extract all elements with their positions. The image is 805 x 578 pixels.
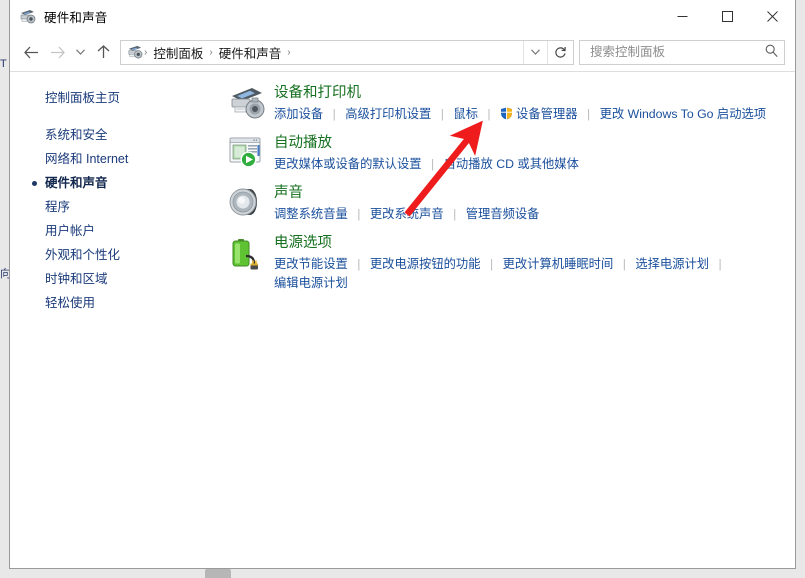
window-body: 控制面板主页 系统和安全 网络和 Internet 硬件和声音 程序 用户帐户 …: [10, 71, 795, 568]
sidebar-item-hardware-sound[interactable]: 硬件和声音: [10, 171, 216, 195]
category-power-options: 电源选项 更改节能设置 | 更改电源按钮的功能 | 更改计算机睡眠时间 | 选择…: [228, 234, 787, 293]
category-body: 设备和打印机 添加设备 | 高级打印机设置 | 鼠标 | 设备管理器 | 更改 …: [274, 84, 787, 124]
category-links-devices-printers: 添加设备 | 高级打印机设置 | 鼠标 | 设备管理器 | 更改 Windows…: [274, 105, 787, 124]
speaker-icon[interactable]: [228, 184, 268, 222]
link-change-power-button-function[interactable]: 更改电源按钮的功能: [370, 257, 481, 271]
link-mouse[interactable]: 鼠标: [453, 107, 478, 121]
window-controls: [660, 0, 795, 33]
category-title-devices-printers[interactable]: 设备和打印机: [274, 84, 787, 103]
link-separator: |: [453, 207, 457, 221]
refresh-icon[interactable]: [547, 40, 573, 64]
category-autoplay: 自动播放 更改媒体或设备的默认设置 | 自动播放 CD 或其他媒体: [228, 134, 787, 174]
breadcrumb-hardware-sound[interactable]: 硬件和声音: [214, 43, 287, 62]
link-separator: |: [489, 257, 494, 271]
link-choose-power-plan[interactable]: 选择电源计划: [635, 257, 709, 271]
search-icon[interactable]: [765, 44, 778, 60]
breadcrumb-control-panel[interactable]: 控制面板: [148, 43, 208, 62]
link-separator: |: [332, 107, 336, 121]
link-manage-audio-devices[interactable]: 管理音频设备: [466, 207, 540, 221]
category-links-autoplay: 更改媒体或设备的默认设置 | 自动播放 CD 或其他媒体: [274, 155, 787, 174]
back-button[interactable]: [18, 39, 44, 65]
link-advanced-printer-settings[interactable]: 高级打印机设置: [345, 107, 431, 121]
background-fragment-1: T: [0, 58, 7, 70]
printer-icon[interactable]: [228, 84, 268, 122]
taskbar-nub: [205, 569, 231, 578]
up-button[interactable]: [90, 39, 116, 65]
link-change-default-media-settings[interactable]: 更改媒体或设备的默认设置: [274, 157, 422, 171]
sidebar-item-home[interactable]: 控制面板主页: [10, 86, 216, 110]
control-panel-icon: [127, 44, 143, 60]
link-separator: |: [431, 157, 435, 171]
minimize-button[interactable]: [660, 0, 705, 33]
sidebar-item-appearance[interactable]: 外观和个性化: [10, 243, 216, 267]
link-edit-power-plan[interactable]: 编辑电源计划: [274, 276, 348, 290]
category-title-sound[interactable]: 声音: [274, 184, 787, 203]
link-separator: |: [440, 107, 444, 121]
category-body: 自动播放 更改媒体或设备的默认设置 | 自动播放 CD 或其他媒体: [274, 134, 787, 174]
link-add-device[interactable]: 添加设备: [274, 107, 323, 121]
category-body: 电源选项 更改节能设置 | 更改电源按钮的功能 | 更改计算机睡眠时间 | 选择…: [274, 234, 787, 293]
close-button[interactable]: [750, 0, 795, 33]
category-links-power-options: 更改节能设置 | 更改电源按钮的功能 | 更改计算机睡眠时间 | 选择电源计划 …: [274, 255, 787, 293]
link-separator: |: [586, 107, 591, 121]
control-panel-window: 硬件和声音 › 控制面板 › 硬件和声音 › 搜索控制面板 控制面板主页 系统和…: [9, 0, 796, 569]
sidebar-item-user-accounts[interactable]: 用户帐户: [10, 219, 216, 243]
recent-locations-button[interactable]: [70, 39, 90, 65]
uac-shield-icon: [500, 107, 513, 120]
address-bar: › 控制面板 › 硬件和声音 ›: [10, 33, 795, 71]
sidebar-item-ease-of-access[interactable]: 轻松使用: [10, 291, 216, 315]
chevron-down-icon[interactable]: [523, 40, 547, 64]
category-devices-printers: 设备和打印机 添加设备 | 高级打印机设置 | 鼠标 | 设备管理器 | 更改 …: [228, 84, 787, 124]
link-separator: |: [622, 257, 626, 271]
link-device-manager[interactable]: 设备管理器: [516, 107, 578, 121]
category-title-power-options[interactable]: 电源选项: [274, 234, 787, 253]
forward-button[interactable]: [44, 39, 70, 65]
link-autoplay-cd-media[interactable]: 自动播放 CD 或其他媒体: [444, 157, 579, 171]
link-separator: |: [357, 207, 361, 221]
breadcrumb-separator: ›: [287, 46, 291, 58]
link-change-system-sounds[interactable]: 更改系统声音: [370, 207, 444, 221]
link-change-sleep-time[interactable]: 更改计算机睡眠时间: [503, 257, 614, 271]
search-input[interactable]: [588, 44, 763, 60]
sidebar-item-system-security[interactable]: 系统和安全: [10, 123, 216, 147]
devices-printers-icon: [19, 8, 36, 25]
sidebar-item-clock-region[interactable]: 时钟和区域: [10, 267, 216, 291]
link-separator: |: [487, 107, 491, 121]
category-body: 声音 调整系统音量 | 更改系统声音 | 管理音频设备: [274, 184, 787, 224]
background-fragment-2: 向: [0, 268, 9, 280]
link-windows-to-go-startup[interactable]: 更改 Windows To Go 启动选项: [600, 107, 767, 121]
category-title-autoplay[interactable]: 自动播放: [274, 134, 787, 153]
sidebar: 控制面板主页 系统和安全 网络和 Internet 硬件和声音 程序 用户帐户 …: [10, 72, 216, 568]
category-links-sound: 调整系统音量 | 更改系统声音 | 管理音频设备: [274, 205, 787, 224]
link-change-power-saving[interactable]: 更改节能设置: [274, 257, 348, 271]
maximize-button[interactable]: [705, 0, 750, 33]
sidebar-item-programs[interactable]: 程序: [10, 195, 216, 219]
address-field[interactable]: › 控制面板 › 硬件和声音 ›: [120, 39, 574, 65]
battery-power-icon[interactable]: [228, 234, 268, 272]
link-separator: |: [357, 257, 361, 271]
link-adjust-system-volume[interactable]: 调整系统音量: [274, 207, 348, 221]
title-bar: 硬件和声音: [10, 0, 795, 33]
link-separator: |: [718, 257, 722, 271]
category-sound: 声音 调整系统音量 | 更改系统声音 | 管理音频设备: [228, 184, 787, 224]
window-title: 硬件和声音: [44, 11, 108, 25]
search-box[interactable]: [579, 39, 785, 65]
sidebar-item-network-internet[interactable]: 网络和 Internet: [10, 147, 216, 171]
autoplay-icon[interactable]: [228, 134, 268, 172]
main-content: 设备和打印机 添加设备 | 高级打印机设置 | 鼠标 | 设备管理器 | 更改 …: [216, 72, 795, 568]
